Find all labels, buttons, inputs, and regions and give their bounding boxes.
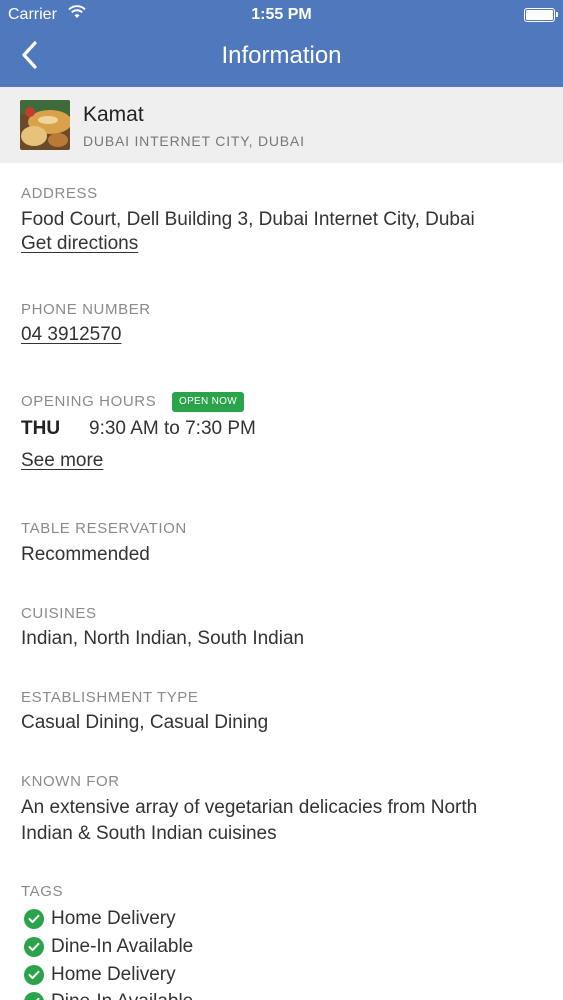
tag-label: Dine-In Available	[51, 936, 194, 957]
opening-day: THU	[21, 418, 61, 439]
see-more-link[interactable]: See more	[21, 448, 103, 474]
check-circle-icon	[24, 992, 44, 1000]
tag-item: Home Delivery	[24, 907, 176, 931]
tag-item: Dine-In Available	[24, 935, 193, 959]
get-directions-link[interactable]: Get directions	[21, 231, 138, 257]
restaurant-header: Kamat DUBAI INTERNET CITY, DUBAI	[0, 87, 563, 163]
check-circle-icon	[24, 909, 44, 929]
opening-hours-label: OPENING HOURS	[21, 393, 157, 410]
navigation-bar: Carrier 1:55 PM Information	[0, 0, 563, 87]
status-time: 1:55 PM	[251, 6, 312, 23]
restaurant-thumbnail	[20, 100, 70, 150]
cuisines-label: CUISINES	[21, 605, 97, 622]
establishment-type-value: Casual Dining, Casual Dining	[21, 712, 269, 733]
address-value: Food Court, Dell Building 3, Dubai Inter…	[21, 209, 475, 230]
tag-item: Home Delivery	[24, 963, 176, 987]
address-label: ADDRESS	[21, 185, 98, 202]
table-reservation-value: Recommended	[21, 544, 150, 565]
phone-link[interactable]: 04 3912570	[21, 322, 121, 348]
page-title: Information	[221, 42, 342, 69]
check-circle-icon	[24, 937, 44, 957]
phone-label: PHONE NUMBER	[21, 301, 151, 318]
tag-label: Home Delivery	[51, 964, 176, 985]
restaurant-location: DUBAI INTERNET CITY, DUBAI	[83, 133, 305, 149]
battery-icon	[524, 8, 558, 22]
restaurant-name: Kamat	[83, 103, 144, 126]
open-now-badge: OPEN NOW	[172, 392, 244, 412]
cuisines-value: Indian, North Indian, South Indian	[21, 628, 305, 649]
known-for-label: KNOWN FOR	[21, 773, 120, 790]
check-circle-icon	[24, 965, 44, 985]
known-for-line-1: An extensive array of vegetarian delicac…	[21, 797, 478, 818]
tag-label: Home Delivery	[51, 908, 176, 929]
opening-hours-value: 9:30 AM to 7:30 PM	[89, 418, 256, 439]
establishment-type-label: ESTABLISHMENT TYPE	[21, 689, 199, 706]
tags-label: TAGS	[21, 883, 64, 900]
tag-item: Dine-In Available	[24, 990, 193, 1000]
known-for-line-2: Indian & South Indian cuisines	[21, 823, 277, 844]
table-reservation-label: TABLE RESERVATION	[21, 520, 187, 537]
tag-label: Dine-In Available	[51, 991, 193, 1000]
status-bar: Carrier 1:55 PM	[0, 0, 563, 30]
